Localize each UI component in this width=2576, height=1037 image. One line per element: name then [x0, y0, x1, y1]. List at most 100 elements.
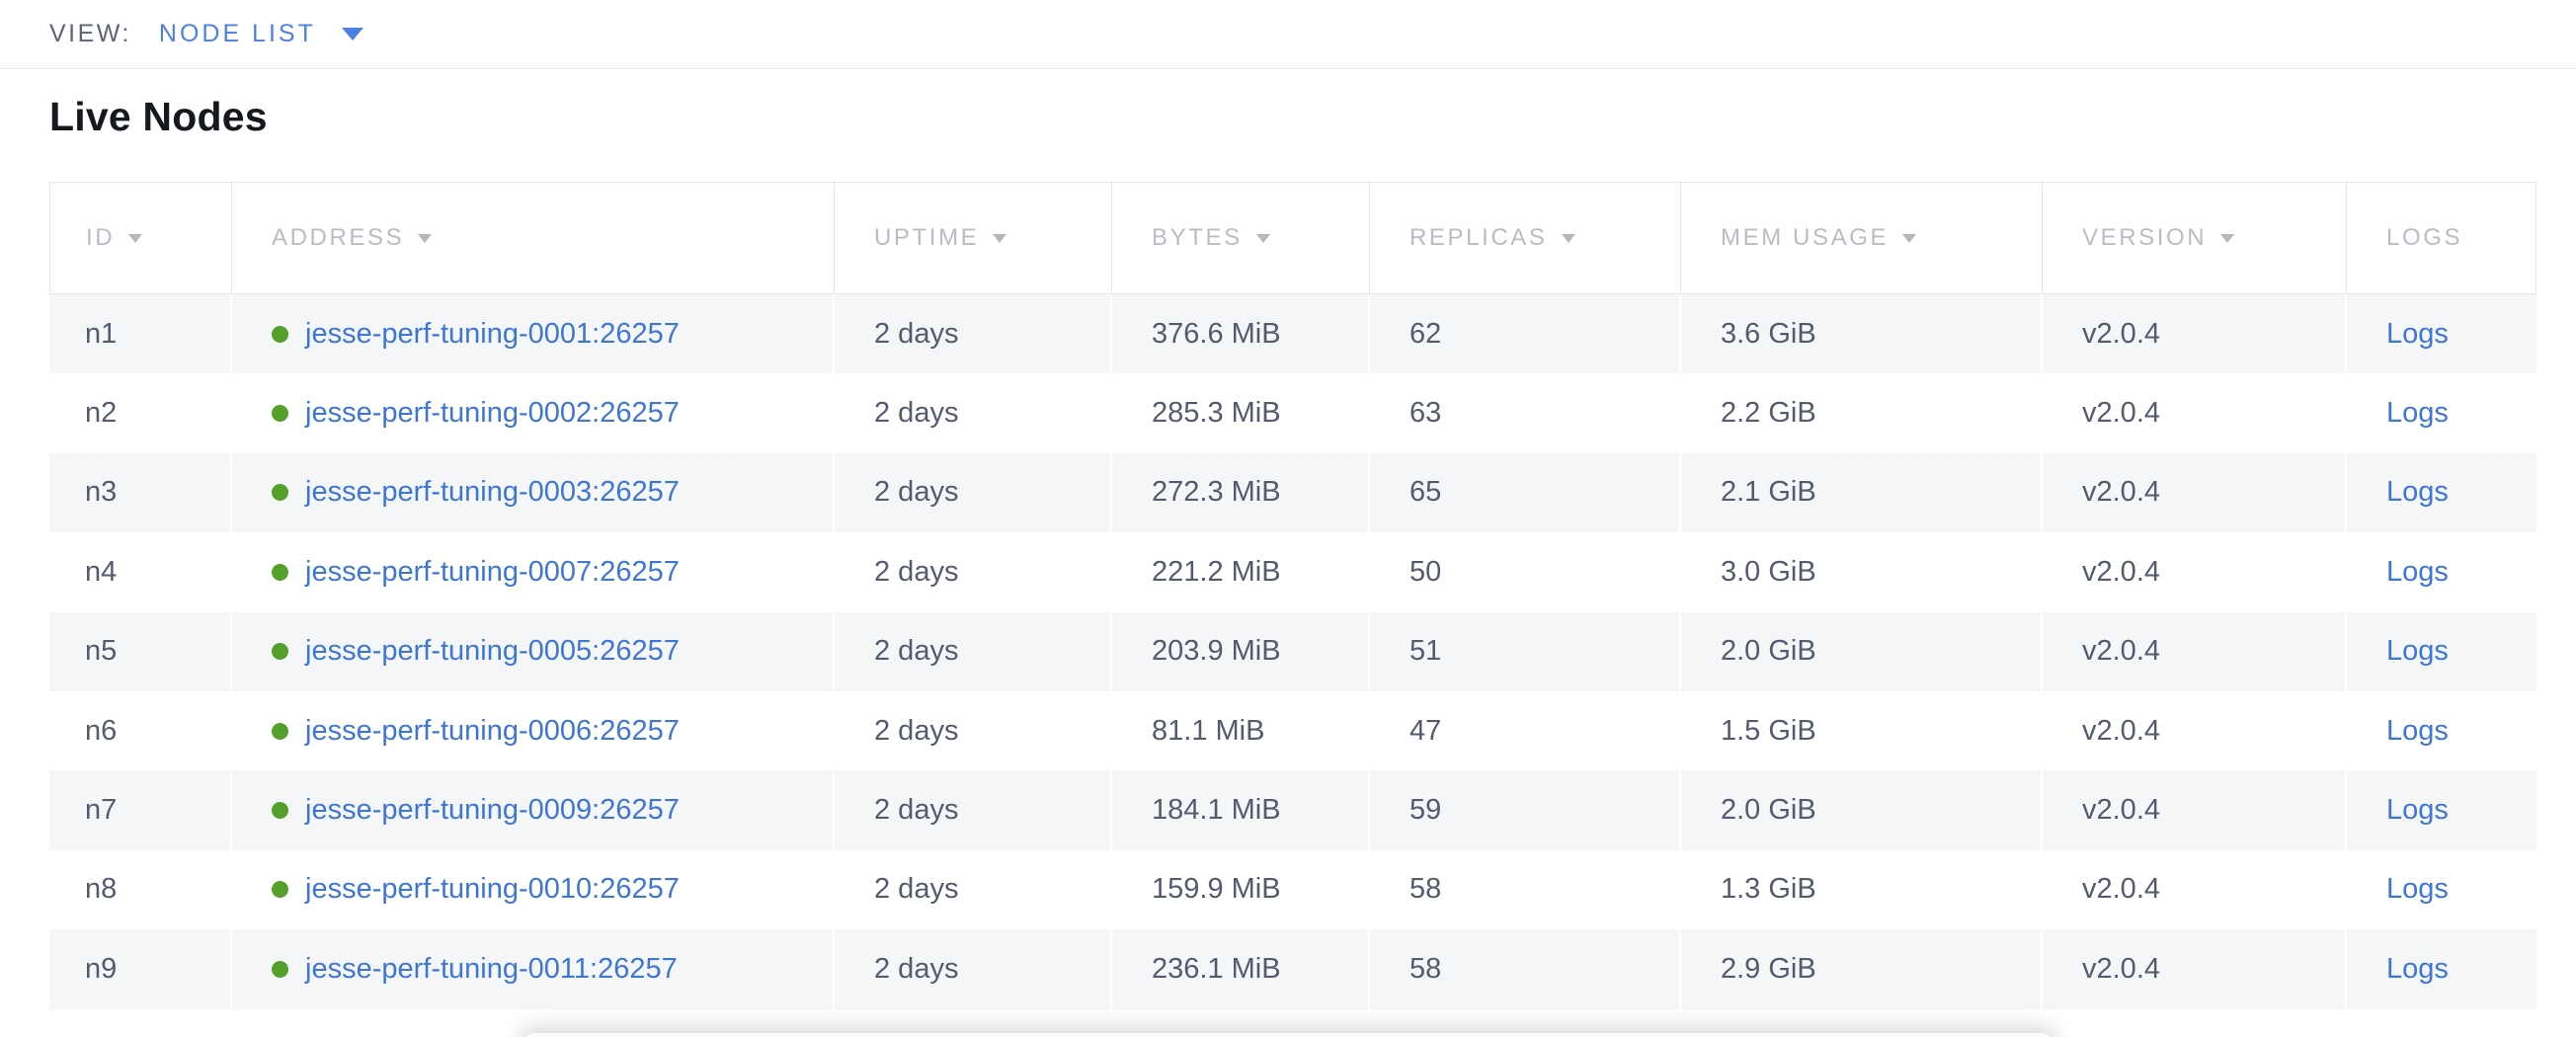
uptime-cell: 2 days: [833, 691, 1110, 770]
column-header-label: MEM USAGE: [1721, 224, 1889, 252]
column-header-address[interactable]: ADDRESS: [231, 183, 834, 293]
node-health-dot-icon: [272, 484, 288, 501]
uptime-cell: 2 days: [833, 929, 1110, 1008]
node-address-link[interactable]: jesse-perf-tuning-0009:26257: [305, 794, 680, 827]
view-toolbar: VIEW: NODE LIST: [0, 0, 2576, 69]
table-row: n5jesse-perf-tuning-0005:262572 days203.…: [49, 612, 2536, 691]
column-header-version[interactable]: VERSION: [2042, 183, 2346, 293]
sort-caret-icon: [1562, 234, 1575, 243]
view-selector-dropdown[interactable]: NODE LIST: [159, 20, 363, 48]
mem-usage-cell: 1.5 GiB: [1679, 691, 2041, 770]
node-address-cell: jesse-perf-tuning-0005:26257: [230, 612, 833, 691]
node-id-cell: n8: [49, 850, 230, 929]
logs-link[interactable]: Logs: [2386, 953, 2449, 986]
replicas-cell: 59: [1368, 770, 1679, 849]
node-address-cell: jesse-perf-tuning-0010:26257: [230, 850, 833, 929]
logs-cell: Logs: [2345, 612, 2536, 691]
sort-caret-icon: [1902, 234, 1916, 243]
logs-link[interactable]: Logs: [2386, 318, 2449, 351]
table-row: n2 jesse-perf-tuning-0002:26257 2 days285.…: [49, 373, 2536, 452]
table-row: n1jesse-perf-tuning-0001:262572 days376.…: [49, 294, 2536, 373]
node-address-cell: jesse-perf-tuning-0003:26257: [230, 453, 833, 532]
live-nodes-table: ID ADDRESS UPTIME BYTES REPLICAS MEM USAGE VER…: [49, 182, 2536, 1009]
version-cell: v2.0.4: [2041, 294, 2345, 373]
node-id-cell: n6: [49, 691, 230, 770]
uptime-cell: 2 days: [833, 373, 1110, 452]
column-header-id[interactable]: ID: [50, 183, 231, 293]
node-id-cell: n4: [49, 532, 230, 611]
table-row: n9jesse-perf-tuning-0011:262572 days236.…: [49, 929, 2536, 1008]
replicas-cell: 50: [1368, 532, 1679, 611]
logs-link[interactable]: Logs: [2386, 397, 2449, 430]
logs-link[interactable]: Logs: [2386, 794, 2449, 827]
logs-link[interactable]: Logs: [2386, 556, 2449, 589]
node-address-link[interactable]: jesse-perf-tuning-0006:26257: [305, 715, 680, 748]
uptime-cell: 2 days: [833, 850, 1110, 929]
uptime-cell: 2 days: [833, 294, 1110, 373]
logs-cell: Logs: [2345, 373, 2536, 452]
column-header-replicas[interactable]: REPLICAS: [1369, 183, 1680, 293]
sort-caret-icon: [1256, 234, 1270, 243]
node-address-cell: jesse-perf-tuning-0009:26257: [230, 770, 833, 849]
node-address-link[interactable]: jesse-perf-tuning-0003:26257: [305, 476, 680, 509]
node-address-link[interactable]: jesse-perf-tuning-0001:26257: [305, 318, 680, 351]
table-row: n4 jesse-perf-tuning-0007:26257 2 days221.…: [49, 532, 2536, 611]
node-health-dot-icon: [272, 881, 288, 898]
column-header-uptime[interactable]: UPTIME: [834, 183, 1111, 293]
bytes-cell: 184.1 MiB: [1110, 770, 1368, 849]
node-health-dot-icon: [272, 723, 288, 740]
logs-cell: Logs: [2345, 929, 2536, 1008]
replicas-cell: 51: [1368, 612, 1679, 691]
column-header-label: ADDRESS: [272, 224, 404, 252]
sort-caret-icon: [128, 234, 142, 243]
mem-usage-cell: 3.6 GiB: [1679, 294, 2041, 373]
logs-link[interactable]: Logs: [2386, 873, 2449, 906]
uptime-cell: 2 days: [833, 532, 1110, 611]
replicas-cell: 47: [1368, 691, 1679, 770]
node-address-cell: jesse-perf-tuning-0001:26257: [230, 294, 833, 373]
node-id-cell: n2: [49, 373, 230, 452]
bytes-cell: 285.3 MiB: [1110, 373, 1368, 452]
view-selector-value: NODE LIST: [159, 20, 316, 48]
bytes-cell: 159.9 MiB: [1110, 850, 1368, 929]
node-health-dot-icon: [272, 564, 288, 581]
column-header-label: REPLICAS: [1409, 224, 1548, 252]
column-header-label: VERSION: [2082, 224, 2207, 252]
column-header-label: BYTES: [1152, 224, 1243, 252]
page-title: Live Nodes: [49, 93, 2576, 141]
logs-link[interactable]: Logs: [2386, 476, 2449, 509]
column-header-label: ID: [86, 224, 115, 252]
node-address-link[interactable]: jesse-perf-tuning-0007:26257: [305, 556, 680, 589]
bytes-cell: 81.1 MiB: [1110, 691, 1368, 770]
node-address-link[interactable]: jesse-perf-tuning-0010:26257: [305, 873, 680, 906]
replicas-cell: 62: [1368, 294, 1679, 373]
node-address-cell: jesse-perf-tuning-0011:26257: [230, 929, 833, 1008]
node-address-cell: jesse-perf-tuning-0002:26257: [230, 373, 833, 452]
view-label: VIEW:: [49, 20, 131, 48]
node-address-cell: jesse-perf-tuning-0007:26257: [230, 532, 833, 611]
node-address-link[interactable]: jesse-perf-tuning-0005:26257: [305, 635, 680, 668]
node-list-screen: VIEW: NODE LIST Live Nodes ID ADDRESS UPTI…: [0, 0, 2576, 1037]
mem-usage-cell: 1.3 GiB: [1679, 850, 2041, 929]
version-cell: v2.0.4: [2041, 612, 2345, 691]
sort-caret-icon: [2220, 234, 2234, 243]
logs-cell: Logs: [2345, 532, 2536, 611]
mem-usage-cell: 3.0 GiB: [1679, 532, 2041, 611]
logs-link[interactable]: Logs: [2386, 635, 2449, 668]
node-id-cell: n7: [49, 770, 230, 849]
bytes-cell: 221.2 MiB: [1110, 532, 1368, 611]
bytes-cell: 203.9 MiB: [1110, 612, 1368, 691]
table-row: n8 jesse-perf-tuning-0010:26257 2 days159.…: [49, 850, 2536, 929]
node-health-dot-icon: [272, 961, 288, 978]
column-header-bytes[interactable]: BYTES: [1111, 183, 1369, 293]
node-id-cell: n3: [49, 453, 230, 532]
column-header-mem-usage[interactable]: MEM USAGE: [1680, 183, 2042, 293]
replicas-cell: 58: [1368, 929, 1679, 1008]
chevron-down-icon: [342, 28, 363, 40]
uptime-cell: 2 days: [833, 770, 1110, 849]
node-address-link[interactable]: jesse-perf-tuning-0002:26257: [305, 397, 680, 430]
node-address-link[interactable]: jesse-perf-tuning-0011:26257: [305, 953, 678, 986]
logs-link[interactable]: Logs: [2386, 715, 2449, 748]
sort-caret-icon: [418, 234, 432, 243]
replicas-cell: 65: [1368, 453, 1679, 532]
